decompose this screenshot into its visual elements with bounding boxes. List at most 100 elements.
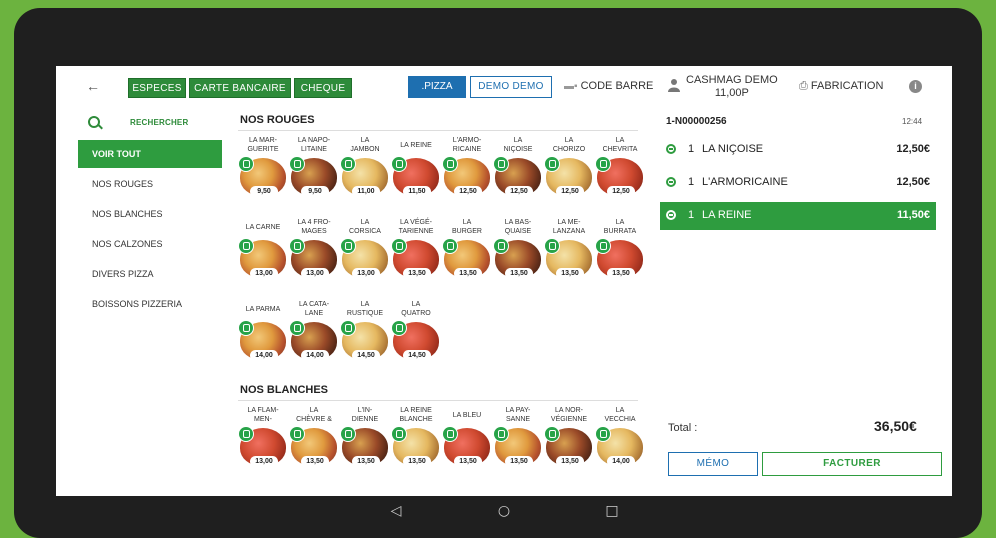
product-tile[interactable]: LA JAMBON 11,00 (340, 132, 390, 214)
product-tile[interactable]: LA CARNE 13,00 (238, 214, 288, 296)
order-line-price: 11,50€ (896, 209, 930, 221)
sidebar-item-5[interactable]: BOISSONS PIZZERIA (78, 290, 222, 318)
product-price: 11,50 (403, 186, 431, 197)
user-icon (668, 79, 680, 92)
remove-icon[interactable] (666, 177, 676, 187)
product-name: LA NOR- VÉGIENNE (550, 407, 588, 423)
product-price: 14,00 (250, 350, 278, 361)
product-tile[interactable]: LA QUATRO 14,50 (391, 296, 441, 378)
section-divider (238, 400, 638, 401)
fabrication-button[interactable]: ⎙ FABRICATION (799, 80, 883, 93)
product-price: 14,50 (403, 350, 431, 361)
product-name: LA 4 FRO- MAGES (297, 219, 331, 235)
product-tile[interactable]: LA CHÈVRE & 13,50 (289, 402, 339, 484)
product-tile[interactable]: LA RUSTIQUE 14,50 (340, 296, 390, 378)
nav-back-icon[interactable]: ◁ (386, 503, 406, 519)
search-label[interactable]: RECHERCHER (130, 118, 188, 127)
product-name: L'IN- DIENNE (351, 407, 379, 423)
product-tile[interactable]: LA NOR- VÉGIENNE 13,50 (544, 402, 594, 484)
product-name: LA BLEU (452, 411, 482, 419)
tag-icon (493, 238, 509, 254)
barcode-button[interactable]: ▬▪ CODE BARRE (564, 80, 653, 92)
product-price: 13,00 (301, 268, 329, 279)
tag-icon (391, 320, 407, 336)
order-line[interactable]: 1 L'ARMORICAINE 12,50€ (660, 169, 936, 197)
tag-icon (238, 426, 254, 442)
demo-button[interactable]: DEMO DEMO (470, 76, 552, 98)
nav-home-icon[interactable]: ○ (494, 503, 514, 519)
section-divider (238, 130, 638, 131)
product-price: 11,00 (352, 186, 380, 197)
tag-icon (442, 238, 458, 254)
memo-button[interactable]: MÉMO (668, 452, 758, 476)
sidebar-item-4[interactable]: DIVERS PIZZA (78, 260, 222, 288)
tag-icon (340, 156, 356, 172)
product-name: LA REINE (400, 141, 432, 149)
product-tile[interactable]: LA MAR- GUERITE 9,50 (238, 132, 288, 214)
product-tile[interactable]: LA 4 FRO- MAGES 13,00 (289, 214, 339, 296)
product-tile[interactable]: LA BLEU 13,50 (442, 402, 492, 484)
product-price: 13,50 (556, 268, 584, 279)
sidebar-item-3[interactable]: NOS CALZONES (78, 230, 222, 258)
product-tile[interactable]: LA PAY- SANNE 13,50 (493, 402, 543, 484)
pizza-button[interactable]: .PIZZA (408, 76, 466, 98)
product-tile[interactable]: LA BURGER 13,50 (442, 214, 492, 296)
sidebar-item-2[interactable]: NOS BLANCHES (78, 200, 222, 228)
product-tile[interactable]: LA BURRATA 13,50 (595, 214, 644, 296)
product-tile[interactable]: L'ARMO- RICAINE 12,50 (442, 132, 492, 214)
product-tile[interactable]: LA PARMA 14,00 (238, 296, 288, 378)
printer-icon: ⎙ (799, 80, 808, 92)
tag-icon (238, 320, 254, 336)
sidebar-item-1[interactable]: NOS ROUGES (78, 170, 222, 198)
order-line-price: 12,50€ (896, 176, 930, 188)
info-icon[interactable]: i (909, 80, 922, 93)
tag-icon (595, 426, 611, 442)
product-tile[interactable]: LA ME- LANZANA 13,50 (544, 214, 594, 296)
product-price: 14,00 (301, 350, 329, 361)
product-tile[interactable]: LA CORSICA 13,00 (340, 214, 390, 296)
product-price: 13,00 (250, 268, 278, 279)
product-price: 14,50 (352, 350, 380, 361)
order-line-qty: 1 (688, 176, 695, 188)
product-tile[interactable]: LA NAPO- LITAINE 9,50 (289, 132, 339, 214)
product-tile[interactable]: LA BAS- QUAISE 13,50 (493, 214, 543, 296)
product-name: LA NIÇOISE (503, 137, 533, 153)
pay-cheque-button[interactable]: CHEQUE (294, 78, 352, 98)
product-tile[interactable]: LA VÉGÉ- TARIENNE 13,50 (391, 214, 441, 296)
product-tile[interactable]: LA REINE BLANCHE 13,50 (391, 402, 441, 484)
product-price: 13,50 (454, 268, 482, 279)
tag-icon (289, 156, 305, 172)
product-name: LA PAY- SANNE (505, 407, 531, 423)
order-number: 1-N00000256 (666, 116, 727, 127)
product-tile[interactable]: LA CHEVRITA 12,50 (595, 132, 644, 214)
product-tile[interactable]: LA CATA- LANE 14,00 (289, 296, 339, 378)
product-tile[interactable]: LA FLAM- MEN- 13,00 (238, 402, 288, 484)
product-tile[interactable]: LA VECCHIA 14,00 (595, 402, 644, 484)
product-tile[interactable]: LA NIÇOISE 12,50 (493, 132, 543, 214)
remove-icon[interactable] (666, 144, 676, 154)
arrow-left-icon[interactable]: ← (86, 78, 100, 94)
tag-icon (289, 426, 305, 442)
invoice-button[interactable]: FACTURER (762, 452, 942, 476)
order-line[interactable]: 1 LA NIÇOISE 12,50€ (660, 136, 936, 164)
nav-recent-icon[interactable]: □ (602, 503, 622, 519)
product-name: LA CHORIZO (552, 137, 586, 153)
product-price: 13,50 (352, 456, 380, 467)
remove-icon[interactable] (666, 210, 676, 220)
pay-cash-button[interactable]: ESPECES (128, 78, 186, 98)
sidebar-item-0[interactable]: VOIR TOUT (78, 140, 222, 168)
product-tile[interactable]: LA CHORIZO 12,50 (544, 132, 594, 214)
product-price: 13,50 (505, 456, 533, 467)
product-name: LA FLAM- MEN- (247, 407, 279, 423)
product-name: LA NAPO- LITAINE (297, 137, 331, 153)
product-name: LA CATA- LANE (298, 301, 330, 317)
search-icon[interactable] (88, 116, 100, 128)
product-tile[interactable]: LA REINE 11,50 (391, 132, 441, 214)
order-line-qty: 1 (688, 143, 695, 155)
product-price: 12,50 (505, 186, 533, 197)
order-line[interactable]: 1 LA REINE 11,50€ (660, 202, 936, 230)
pos-screen: ← ESPECES CARTE BANCAIRE CHEQUE .PIZZA D… (56, 66, 952, 496)
android-nav-bar: ◁ ○ □ (56, 498, 952, 524)
pay-card-button[interactable]: CARTE BANCAIRE (189, 78, 291, 98)
product-tile[interactable]: L'IN- DIENNE 13,50 (340, 402, 390, 484)
